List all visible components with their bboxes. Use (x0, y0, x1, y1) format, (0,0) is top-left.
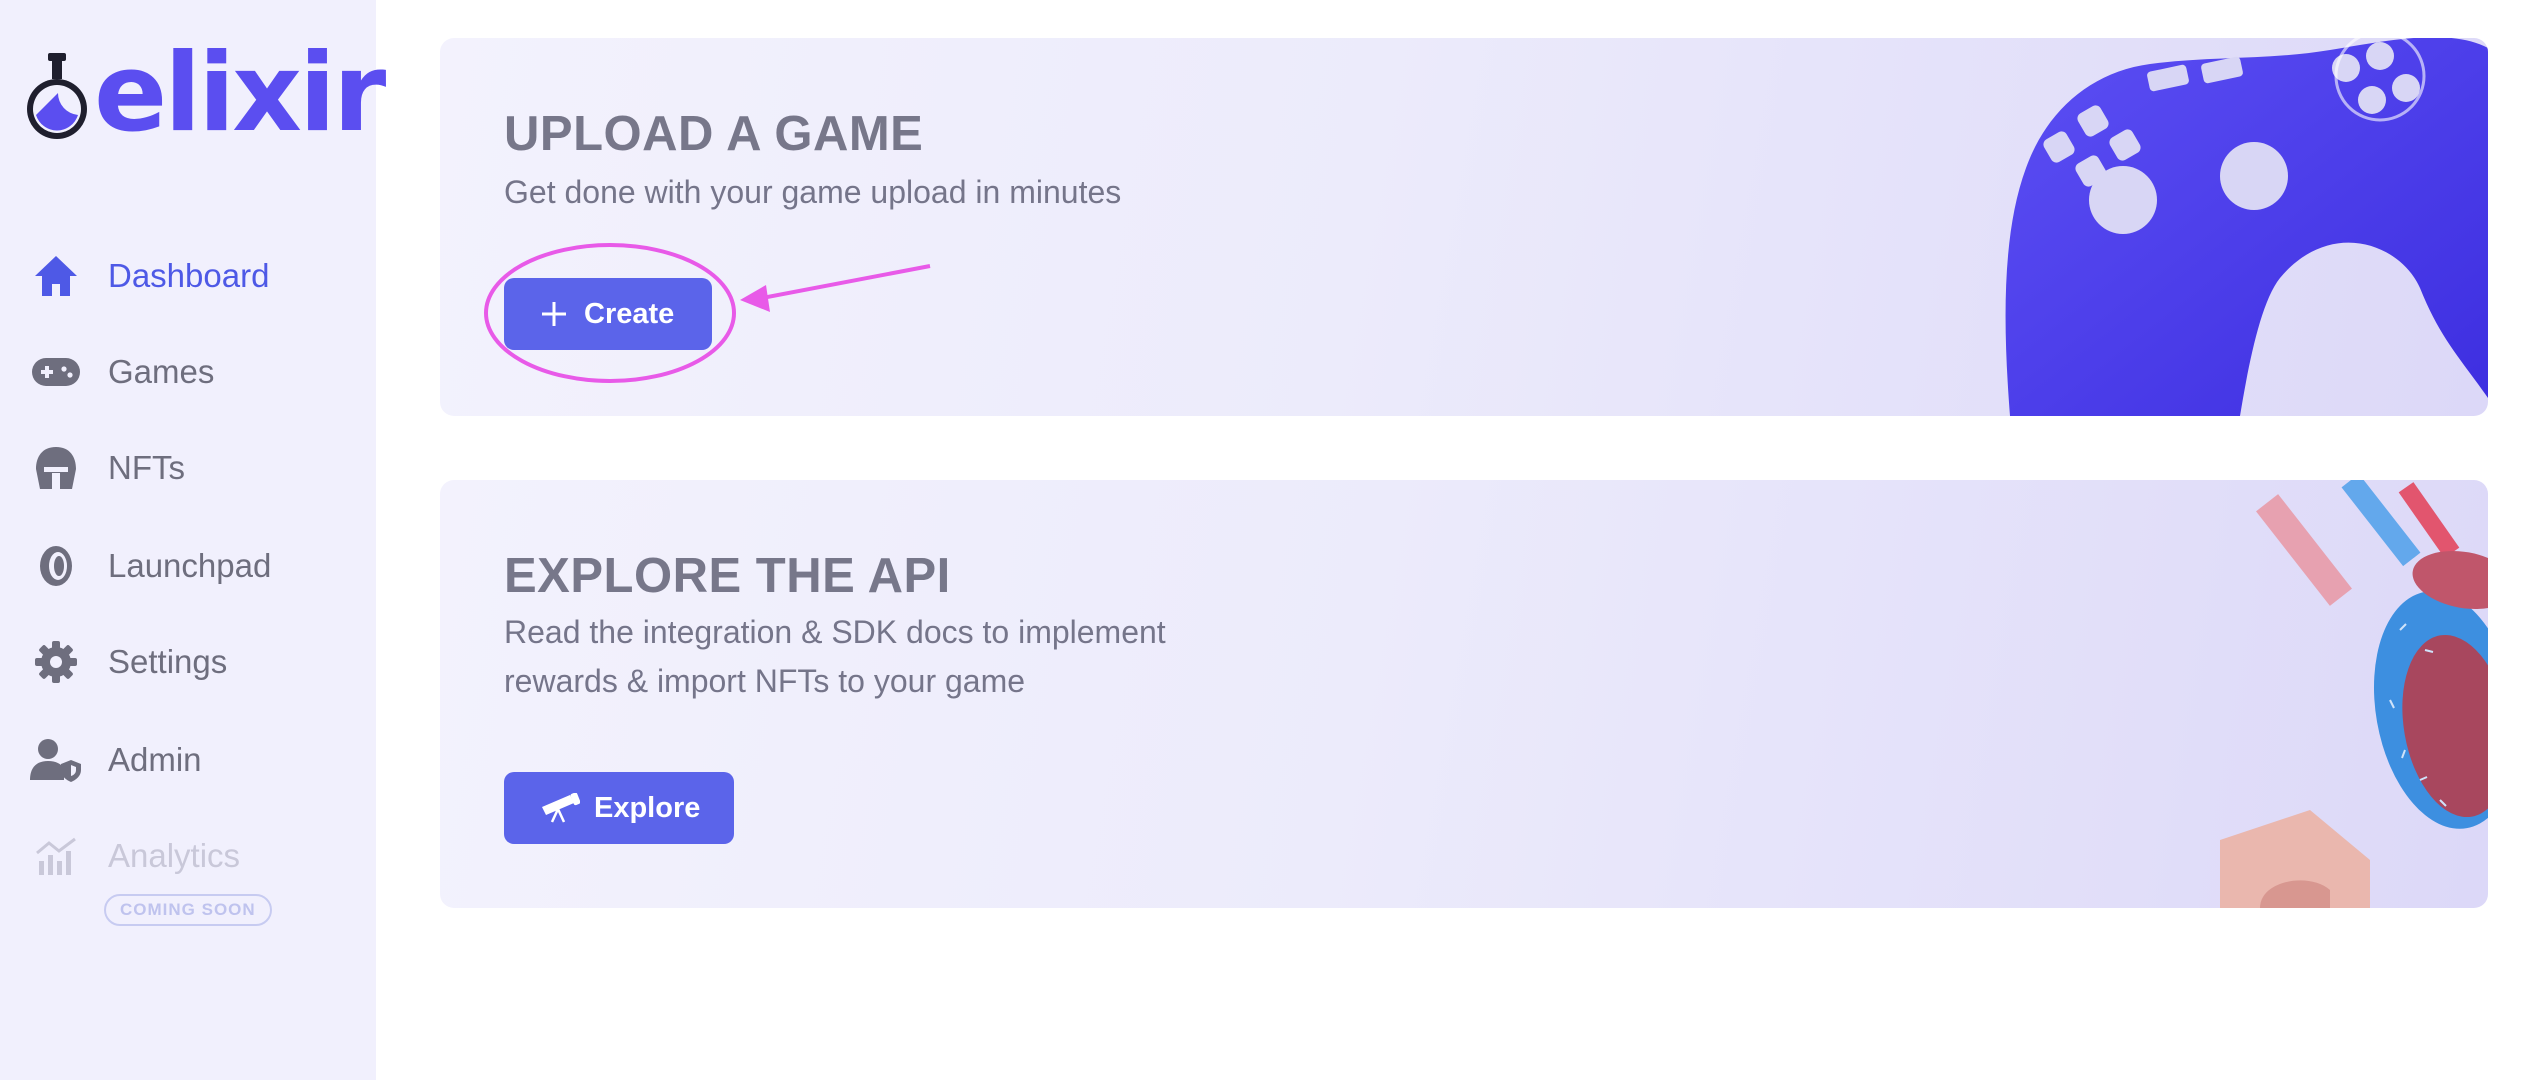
create-button-label: Create (584, 297, 675, 330)
coin-icon (30, 540, 82, 592)
sidebar-item-label: Dashboard (108, 257, 270, 294)
gamepad-icon (30, 346, 82, 398)
game-controller-illustration (2005, 38, 2488, 416)
gear-icon (30, 636, 82, 688)
sidebar-item-launchpad[interactable]: Launchpad (30, 536, 271, 596)
explore-button-label: Explore (594, 791, 701, 824)
sidebar-item-analytics: Analytics (30, 826, 240, 886)
upload-card-title: UPLOAD A GAME (504, 107, 924, 161)
coming-soon-badge: COMING SOON (104, 894, 272, 926)
sidebar-item-label: Games (108, 353, 215, 390)
sidebar-item-label: Analytics (108, 837, 241, 874)
explore-api-card: EXPLORE THE API Read the integration & S… (440, 480, 2488, 908)
sidebar-item-label: Launchpad (108, 547, 272, 584)
helmet-icon (30, 442, 82, 494)
explore-card-subtitle: Read the integration & SDK docs to imple… (504, 608, 1404, 706)
user-shield-icon (30, 734, 82, 786)
sidebar-item-games[interactable]: Games (30, 342, 214, 402)
home-icon (30, 250, 82, 302)
create-button[interactable]: Create (504, 278, 712, 350)
sidebar: elixir Dashboard Games NFTs Launchpad Se… (0, 0, 386, 1080)
brand-name: elixir (94, 31, 386, 156)
explore-button[interactable]: Explore (504, 772, 734, 844)
chart-icon (30, 830, 82, 882)
explore-card-subtitle-line: rewards & import NFTs to your game (504, 663, 1026, 699)
sidebar-item-nfts[interactable]: NFTs (30, 438, 185, 498)
elixir-logo[interactable]: elixir (22, 40, 386, 148)
explore-card-title: EXPLORE THE API (504, 549, 951, 603)
sidebar-item-dashboard[interactable]: Dashboard (30, 246, 269, 306)
explore-card-subtitle-line: Read the integration & SDK docs to imple… (504, 614, 1166, 650)
sidebar-item-label: NFTs (108, 449, 185, 486)
plus-icon (538, 298, 570, 330)
sidebar-item-label: Settings (108, 643, 228, 680)
flask-logo-icon (27, 53, 87, 139)
upload-game-card: UPLOAD A GAME Get done with your game up… (440, 38, 2488, 416)
sidebar-item-label: Admin (108, 741, 202, 778)
nft-art-illustration (2220, 480, 2488, 908)
upload-card-subtitle: Get done with your game upload in minute… (504, 174, 1122, 210)
sidebar-item-admin[interactable]: Admin (30, 730, 202, 790)
sidebar-item-settings[interactable]: Settings (30, 632, 227, 692)
telescope-icon (540, 792, 580, 824)
